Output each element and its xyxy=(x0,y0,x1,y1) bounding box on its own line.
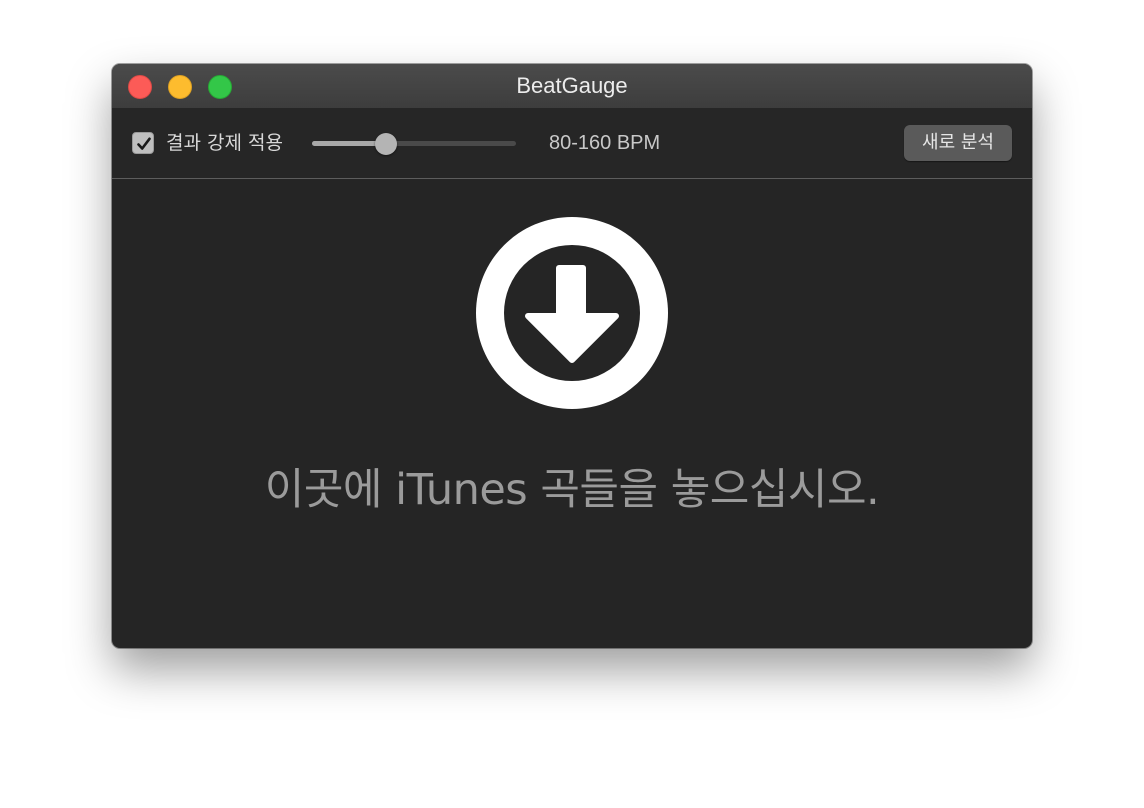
force-result-checkbox[interactable] xyxy=(132,132,154,154)
title-bar[interactable]: BeatGauge xyxy=(112,64,1032,108)
toolbar: 결과 강제 적용 80-160 BPM 새로 분석 xyxy=(112,108,1032,179)
tempo-range-label: 80-160 BPM xyxy=(549,132,661,154)
checkmark-icon xyxy=(137,137,151,150)
new-analysis-button[interactable]: 새로 분석 xyxy=(904,125,1012,161)
window-title: BeatGauge xyxy=(516,73,628,98)
force-result-label[interactable]: 결과 강제 적용 xyxy=(166,130,283,156)
download-arrow-circle-icon xyxy=(476,217,668,409)
slider-knob[interactable] xyxy=(375,133,397,155)
app-window: BeatGauge 결과 강제 적용 80-160 BPM 새로 분석 이곳에 … xyxy=(112,64,1032,648)
tempo-range-slider[interactable] xyxy=(312,133,516,155)
drop-prompt: 이곳에 iTunes 곡들을 놓으십시오. xyxy=(264,465,880,515)
